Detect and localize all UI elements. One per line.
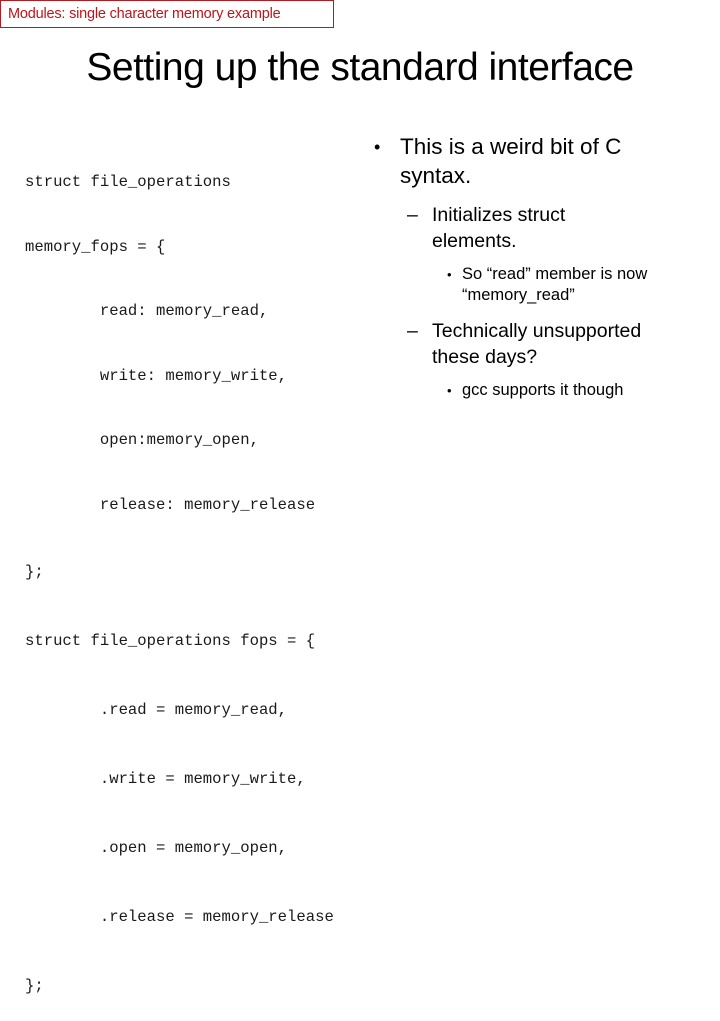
bullet-text: gcc supports it though [462, 381, 624, 399]
bullet-text: Technically unsupported [432, 320, 642, 342]
bullet-item: – Technically unsupported these days? [370, 318, 700, 370]
bullet-list: • This is a weird bit of C syntax. – Ini… [370, 132, 700, 401]
bullet-item: • gcc supports it though [370, 380, 700, 401]
bullet-dash-icon: – [407, 204, 418, 226]
code-line: open:memory_open, [25, 431, 259, 449]
code-line: memory_fops = { [25, 237, 166, 256]
slide-title: Setting up the standard interface [86, 46, 634, 89]
bullet-text: So “read” member is now [462, 265, 648, 283]
code-line: .open = memory_open, [25, 839, 288, 857]
bullet-dot-icon: • [374, 137, 381, 157]
code-line: }; [25, 563, 44, 581]
code-line: read: memory_read, [25, 302, 269, 320]
code-block: struct file_operations memory_fops = { r… [25, 129, 334, 1021]
bullet-text: syntax. [400, 163, 472, 188]
code-line: write: memory_write, [25, 366, 288, 385]
bullet-dot-icon: • [447, 383, 452, 398]
code-line: .write = memory_write, [25, 770, 306, 788]
code-line: release: memory_release [25, 495, 316, 514]
bullet-dash-icon: – [407, 320, 418, 342]
bullet-text: “memory_read” [462, 286, 575, 304]
section-badge: Modules: single character memory example [0, 0, 334, 28]
code-line: .release = memory_release [25, 908, 334, 926]
bullet-text: Initializes struct [432, 204, 566, 226]
bullet-text: elements. [432, 230, 517, 252]
code-line: .read = memory_read, [25, 701, 288, 719]
bullet-text: these days? [432, 346, 538, 368]
code-line: }; [25, 977, 44, 995]
code-line: struct file_operations fops = { [25, 632, 316, 650]
code-line: struct file_operations [25, 173, 231, 191]
bullet-item: – Initializes struct elements. [370, 202, 700, 254]
bullet-item: • So “read” member is now “memory_read” [370, 264, 700, 306]
bullet-text: This is a weird bit of C [400, 134, 622, 159]
bullet-item: • This is a weird bit of C syntax. [370, 132, 700, 190]
bullet-dot-icon: • [447, 267, 452, 282]
